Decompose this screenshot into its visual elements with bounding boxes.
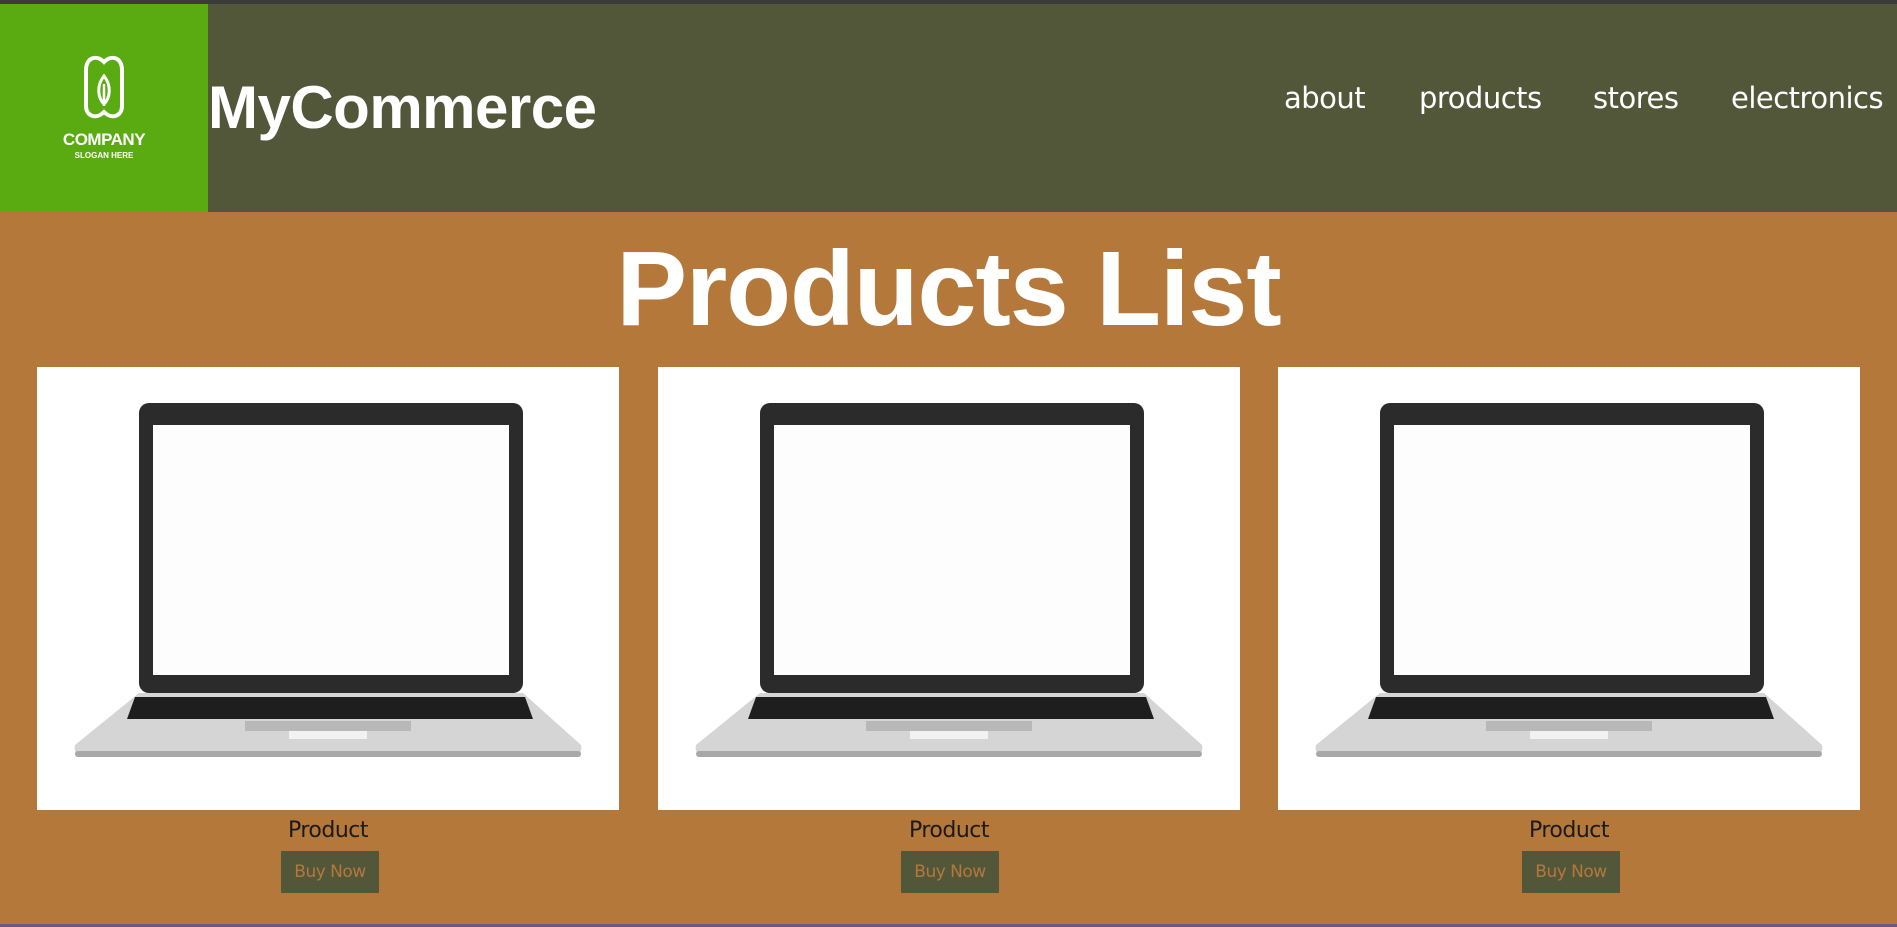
site-header: COMPANY SLOGAN HERE MyCommerce about pro… (0, 4, 1897, 212)
nav-link-electronics[interactable]: electronics (1731, 84, 1884, 113)
nav-link-stores[interactable]: stores (1593, 84, 1679, 113)
buy-now-button[interactable]: Buy Now (901, 851, 999, 893)
logo-slogan-text: SLOGAN HERE (74, 151, 134, 160)
brand-title[interactable]: MyCommerce (208, 78, 597, 138)
logo-company-text: COMPANY (62, 130, 146, 149)
company-logo[interactable]: COMPANY SLOGAN HERE (0, 4, 208, 212)
nav-link-about[interactable]: about (1284, 84, 1366, 113)
buy-now-button[interactable]: Buy Now (281, 851, 379, 893)
leaf-logo-icon (84, 55, 124, 119)
laptop-image (695, 403, 1203, 757)
product-label: Product (908, 818, 990, 843)
product-image[interactable] (37, 367, 619, 810)
laptop-image (74, 403, 582, 757)
product-label: Product (1528, 818, 1610, 843)
buy-now-button[interactable]: Buy Now (1522, 851, 1620, 893)
laptop-image (1315, 403, 1823, 757)
product-label: Product (287, 818, 369, 843)
product-image[interactable] (1278, 367, 1860, 810)
nav-link-products[interactable]: products (1419, 84, 1542, 113)
product-image[interactable] (658, 367, 1240, 810)
page-title: Products List (616, 230, 1281, 348)
